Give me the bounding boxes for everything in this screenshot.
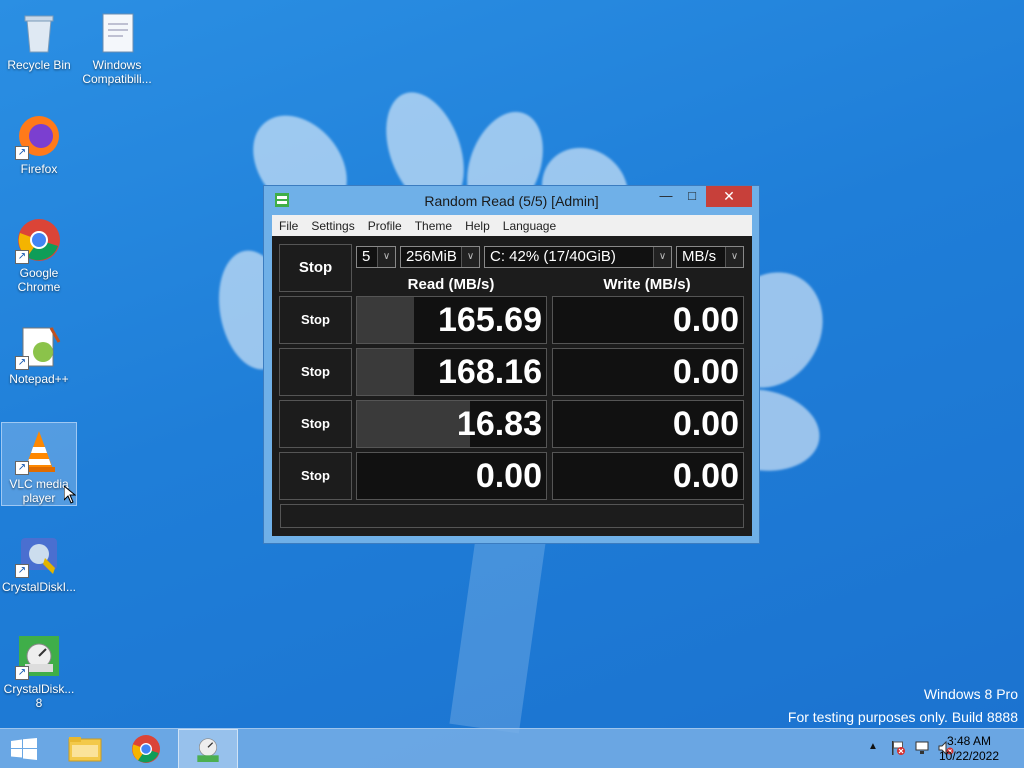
desktop-icon-label: Firefox <box>20 162 58 176</box>
taskbar-crystaldiskmark[interactable] <box>178 729 238 768</box>
unit-select[interactable]: MB/s ∨ <box>676 246 744 268</box>
stop-button-row-2[interactable]: Stop <box>279 348 352 396</box>
taskbar-clock[interactable]: 3:48 AM 10/22/2022 <box>934 734 1004 764</box>
close-button[interactable]: ✕ <box>706 186 752 207</box>
desktop-icon-label: Notepad++ <box>9 372 69 386</box>
crystaldiskmark-window: Random Read (5/5) [Admin] — □ ✕ File Set… <box>263 185 760 544</box>
read-column-header: Read (MB/s) <box>407 276 495 293</box>
desktop-icon-windows-compat[interactable]: Windows Compatibili... <box>79 4 155 86</box>
read-value-row-1: 165.69 <box>356 296 547 344</box>
desktop-icon-firefox[interactable]: ↗ Firefox <box>1 108 77 176</box>
show-hidden-icons-chevron-icon[interactable]: ▲ <box>868 741 878 752</box>
desktop-icon-label: CrystalDisk... 8 <box>3 682 75 710</box>
desktop-icon-label: Recycle Bin <box>7 58 71 72</box>
maximize-button[interactable]: □ <box>678 186 706 207</box>
window-titlebar[interactable]: Random Read (5/5) [Admin] — □ ✕ <box>264 186 759 214</box>
shortcut-arrow-icon: ↗ <box>15 356 29 370</box>
firefox-icon: ↗ <box>15 112 63 160</box>
menu-file[interactable]: File <box>279 219 298 233</box>
write-column-header: Write (MB/s) <box>603 276 691 293</box>
clock-date: 10/22/2022 <box>938 749 1000 763</box>
desktop-icon-label: CrystalDiskI... <box>1 580 76 594</box>
taskbar-google-chrome[interactable] <box>117 729 177 768</box>
menu-profile[interactable]: Profile <box>368 219 402 233</box>
stop-button-row-4[interactable]: Stop <box>279 452 352 500</box>
drive-value: C: 42% (17/40GiB) <box>490 248 616 265</box>
folder-icon <box>68 737 102 762</box>
desktop-icon-notepadpp[interactable]: ↗ Notepad++ <box>1 318 77 386</box>
action-center-flag-icon[interactable] <box>890 740 906 759</box>
shortcut-arrow-icon: ↗ <box>15 461 29 475</box>
chevron-down-icon: ∨ <box>653 247 671 267</box>
edition-watermark: Windows 8 Pro <box>923 686 1018 702</box>
crystaldiskmark-icon: ↗ <box>15 632 63 680</box>
crystaldiskinfo-icon: ↗ <box>15 530 63 578</box>
desktop-icon-label: Google Chrome <box>17 266 61 294</box>
write-value-row-2: 0.00 <box>552 348 744 396</box>
stop-button-row-1[interactable]: Stop <box>279 296 352 344</box>
network-icon[interactable] <box>914 740 930 759</box>
write-value-row-1: 0.00 <box>552 296 744 344</box>
write-value-row-4: 0.00 <box>552 452 744 500</box>
chevron-down-icon: ∨ <box>461 247 479 267</box>
windows-compat-icon <box>93 8 141 56</box>
desktop-icon-label: Windows Compatibili... <box>82 58 152 86</box>
taskbar-file-explorer[interactable] <box>56 729 116 768</box>
clock-time: 3:48 AM <box>946 734 992 748</box>
chevron-down-icon: ∨ <box>377 247 395 267</box>
chrome-icon: ↗ <box>15 216 63 264</box>
test-size-select[interactable]: 256MiB ∨ <box>400 246 480 268</box>
chrome-icon <box>132 735 160 763</box>
desktop-icon-crystaldiskinfo[interactable]: ↗ CrystalDiskI... <box>1 526 77 594</box>
menu-help[interactable]: Help <box>465 219 490 233</box>
stop-button-row-3[interactable]: Stop <box>279 400 352 448</box>
test-count-value: 5 <box>362 248 371 265</box>
stop-all-button[interactable]: Stop <box>279 244 352 292</box>
crystaldiskmark-icon <box>197 738 219 762</box>
system-tray: ▲ 3:48 AM 10/22/2022 <box>824 729 1024 768</box>
shortcut-arrow-icon: ↗ <box>15 666 29 680</box>
desktop-icon-crystaldiskmark[interactable]: ↗ CrystalDisk... 8 <box>1 628 77 710</box>
drive-select[interactable]: C: 42% (17/40GiB) ∨ <box>484 246 672 268</box>
desktop-icon-chrome[interactable]: ↗ Google Chrome <box>1 212 77 294</box>
taskbar: ▲ 3:48 AM 10/22/2022 <box>0 728 1024 768</box>
shortcut-arrow-icon: ↗ <box>15 146 29 160</box>
status-bar <box>280 504 744 528</box>
mouse-cursor-icon <box>63 484 77 509</box>
notepadpp-icon: ↗ <box>15 322 63 370</box>
recycle-bin-icon <box>15 8 63 56</box>
read-value-row-4: 0.00 <box>356 452 547 500</box>
test-count-select[interactable]: 5 ∨ <box>356 246 396 268</box>
read-bar-row-1 <box>357 297 414 343</box>
menu-bar: File Settings Profile Theme Help Languag… <box>272 215 752 236</box>
write-value-row-3: 0.00 <box>552 400 744 448</box>
menu-settings[interactable]: Settings <box>311 219 354 233</box>
vlc-icon: ↗ <box>15 427 63 475</box>
desktop-icon-recycle-bin[interactable]: Recycle Bin <box>1 4 77 72</box>
start-button[interactable] <box>0 729 50 768</box>
shortcut-arrow-icon: ↗ <box>15 250 29 264</box>
read-bar-row-2 <box>357 349 414 395</box>
windows-logo-icon <box>11 738 37 760</box>
read-value-row-2: 168.16 <box>356 348 547 396</box>
menu-theme[interactable]: Theme <box>415 219 452 233</box>
minimize-button[interactable]: — <box>652 186 680 207</box>
unit-value: MB/s <box>682 248 717 265</box>
read-bar-row-3 <box>357 401 471 447</box>
read-value-row-3: 16.83 <box>356 400 547 448</box>
test-size-value: 256MiB <box>406 248 457 265</box>
build-watermark: For testing purposes only. Build 8888 <box>787 709 1018 725</box>
menu-language[interactable]: Language <box>503 219 556 233</box>
shortcut-arrow-icon: ↗ <box>15 564 29 578</box>
chevron-down-icon: ∨ <box>725 247 743 267</box>
benchmark-panel: Stop 5 ∨ 256MiB ∨ C: 42% (17/40GiB) ∨ MB… <box>272 236 752 536</box>
